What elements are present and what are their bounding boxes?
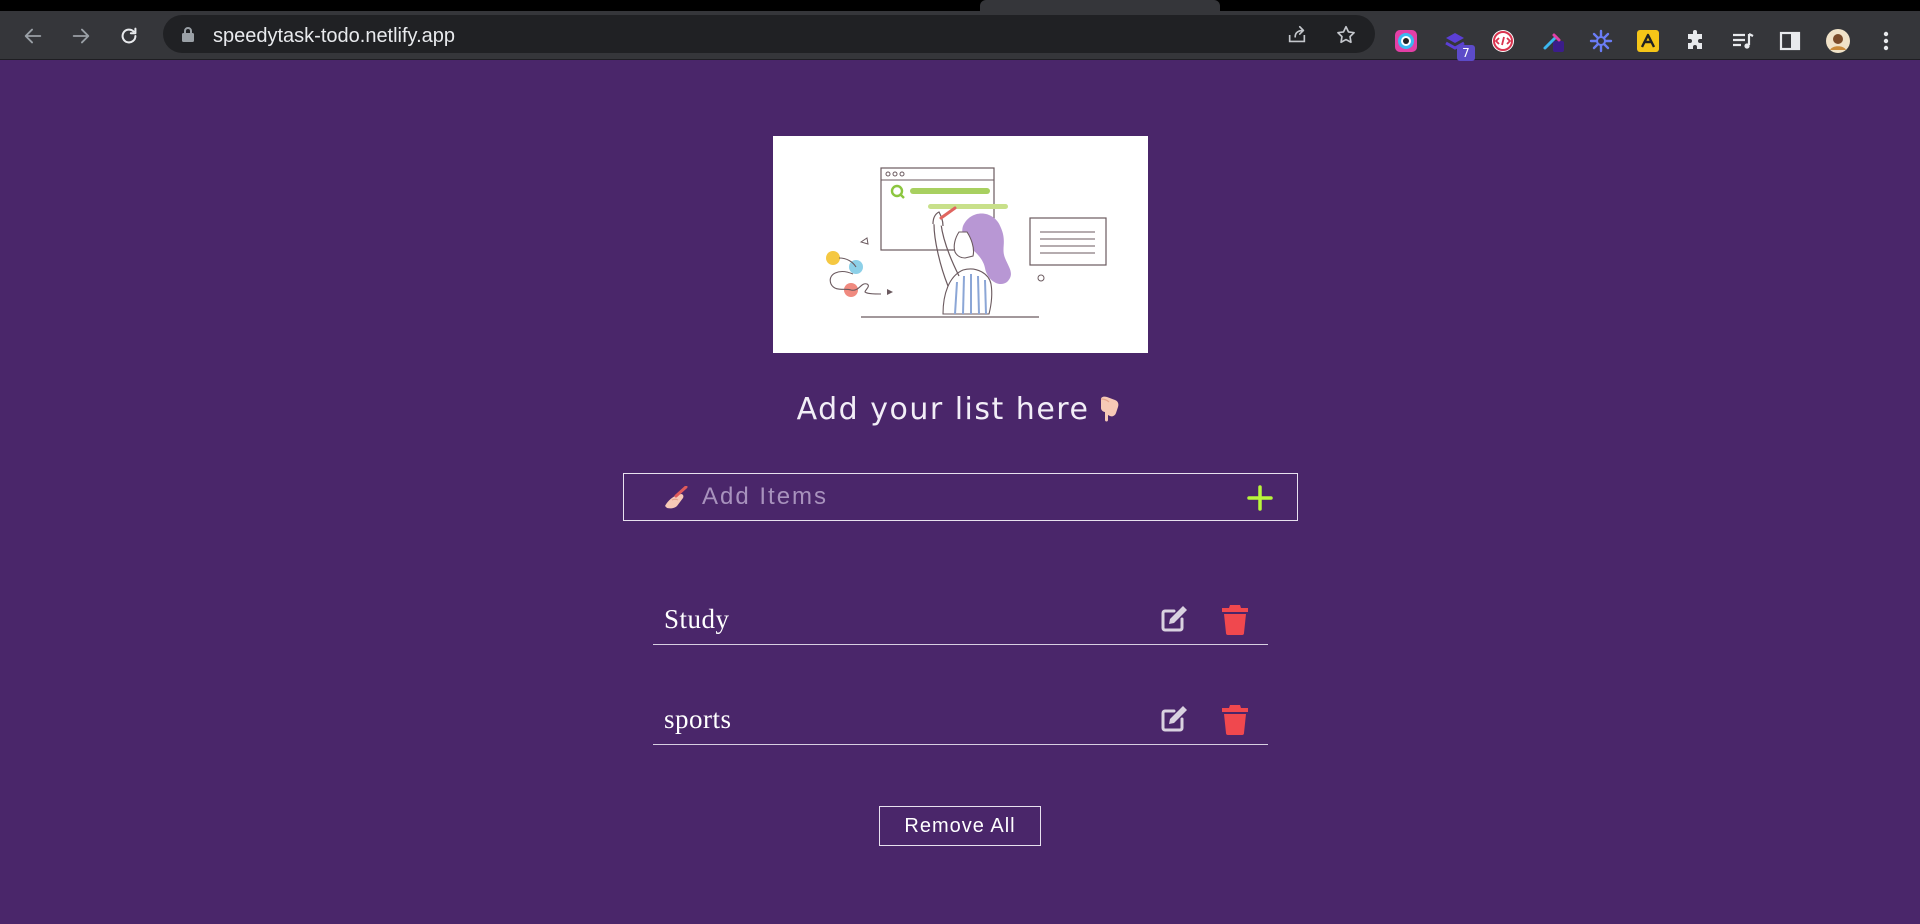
pointing-down-hand-icon	[1101, 396, 1119, 422]
arrow-left-icon	[24, 28, 42, 44]
reload-button[interactable]	[115, 22, 143, 50]
forward-button[interactable]	[67, 22, 95, 50]
back-button[interactable]	[19, 22, 47, 50]
yellow-extension-icon[interactable]	[1635, 28, 1661, 54]
page-heading-text: Add your list here	[796, 392, 1090, 427]
lock-icon	[182, 27, 194, 42]
tab-strip	[0, 0, 1920, 11]
code-extension-icon[interactable]	[1490, 28, 1516, 54]
sparkle-extension-icon[interactable]	[1588, 28, 1614, 54]
color-picker-extension-icon[interactable]	[1393, 28, 1419, 54]
writing-hand-icon	[665, 486, 688, 509]
edit-icon[interactable]	[1158, 603, 1190, 635]
reload-icon	[121, 27, 137, 44]
side-panel-icon[interactable]	[1777, 28, 1803, 54]
edit-icon[interactable]	[1158, 703, 1190, 735]
trash-icon[interactable]	[1220, 703, 1250, 735]
todo-item-label: Study	[664, 604, 730, 634]
address-bar[interactable]: speedytask-todo.netlify.app	[163, 15, 1375, 53]
woman-with-checklist-illustration	[826, 167, 1107, 318]
todo-illustration	[773, 136, 1148, 353]
profile-avatar[interactable]	[1825, 28, 1851, 54]
active-tab[interactable]	[980, 0, 1220, 11]
bookmark-star-icon[interactable]	[1335, 24, 1357, 46]
todo-item-label: sports	[664, 704, 732, 734]
chrome-menu-icon[interactable]	[1873, 28, 1899, 54]
puzzle-extensions-icon[interactable]	[1683, 28, 1709, 54]
url-text[interactable]: speedytask-todo.netlify.app	[213, 25, 455, 48]
eyedropper-extension-icon[interactable]	[1540, 28, 1566, 54]
remove-all-button[interactable]: Remove All	[879, 806, 1041, 846]
add-item-plus-icon[interactable]	[1244, 482, 1276, 514]
extension-badge: 7	[1457, 45, 1475, 61]
page-heading: Add your list here	[0, 392, 1920, 427]
todo-item: Study	[653, 590, 1268, 645]
add-item-input[interactable]	[702, 480, 1222, 514]
media-queue-icon[interactable]	[1730, 28, 1756, 54]
todo-item: sports	[653, 690, 1268, 745]
add-item-form	[623, 473, 1298, 521]
arrow-right-icon	[72, 28, 90, 44]
browser-toolbar: speedytask-todo.netlify.app 7	[0, 11, 1920, 61]
trash-icon[interactable]	[1220, 603, 1250, 635]
share-icon[interactable]	[1286, 24, 1308, 46]
